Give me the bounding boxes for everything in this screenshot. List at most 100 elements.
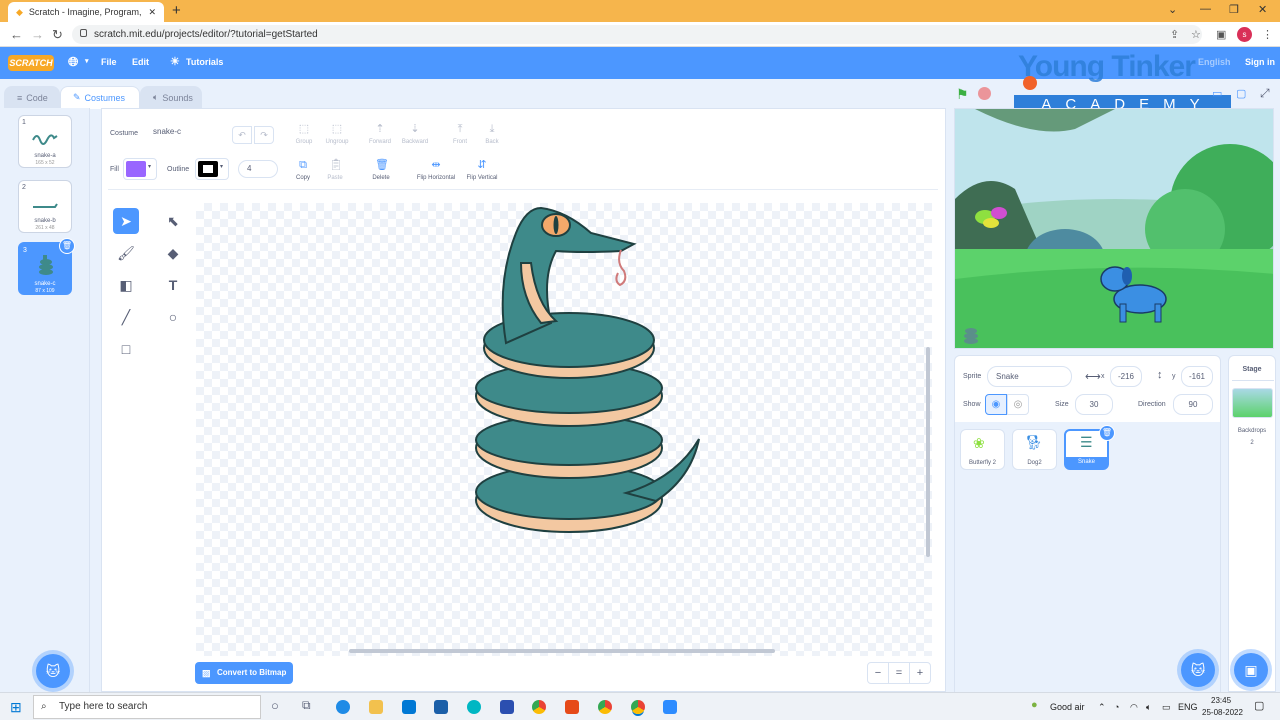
bookmark-star-icon[interactable]: ☆ (1191, 28, 1201, 41)
menu-edit[interactable]: Edit (132, 57, 149, 67)
select-tool-icon[interactable]: ➤ (113, 208, 139, 234)
back-button[interactable]: ⤓ Back (474, 123, 510, 145)
browser-tab[interactable]: ◆ Scratch - Imagine, Program, Sha ✕ (8, 2, 164, 22)
text-tool-icon[interactable]: T (160, 272, 186, 298)
costume-item-1[interactable]: 1 snake-a 165 x 52 (18, 115, 72, 168)
edge-icon[interactable] (336, 700, 350, 714)
green-flag-icon[interactable]: ⚑ (956, 86, 969, 103)
outline-width-input[interactable]: 4 (238, 160, 278, 178)
back-icon[interactable]: ← (10, 27, 23, 42)
scratch-logo[interactable]: SCRATCH (8, 55, 54, 71)
chrome-profile-icon[interactable] (598, 700, 612, 714)
zoom-reset-button[interactable]: = (888, 662, 910, 684)
tray-chevron-icon[interactable]: ⌃ (1098, 702, 1106, 713)
app-a-icon[interactable] (500, 700, 514, 714)
line-tool-icon[interactable]: ╱ (113, 304, 139, 330)
chrome-icon[interactable] (532, 700, 546, 714)
show-visible-icon[interactable]: ◉ (985, 394, 1007, 415)
flip-vertical-button[interactable]: ⇵ Flip Vertical (460, 159, 504, 181)
undo-icon[interactable]: ↶ (232, 126, 252, 144)
fill-tool-icon[interactable]: ◧ (113, 272, 139, 298)
maximize-button[interactable]: ❐ (1229, 3, 1239, 16)
delete-costume-icon[interactable]: 🗑︎ (59, 238, 75, 254)
reshape-tool-icon[interactable]: ⬉ (160, 208, 186, 234)
paste-button[interactable]: 📋︎ Paste (317, 159, 353, 181)
close-window-button[interactable]: ✕ (1258, 3, 1267, 16)
minimize-button[interactable]: — (1200, 3, 1211, 15)
close-tab-icon[interactable]: ✕ (148, 7, 156, 18)
backward-button[interactable]: ⇣ Backward (397, 123, 433, 145)
fill-color-picker[interactable]: ▾ (123, 158, 157, 180)
task-view-icon[interactable]: ⧉ (302, 698, 311, 713)
sprite-tile-butterfly[interactable]: ❀ Butterfly 2 (960, 429, 1005, 470)
menu-sign-in[interactable]: Sign in (1245, 57, 1275, 67)
mail-icon[interactable] (402, 700, 416, 714)
circle-tool-icon[interactable]: ○ (160, 304, 186, 330)
add-sprite-button[interactable]: 🐱︎ (1181, 653, 1215, 687)
snake-sprite[interactable] (964, 328, 978, 344)
backdrop-thumbnail[interactable] (1232, 388, 1273, 418)
zoom-app-icon[interactable] (663, 700, 677, 714)
lock-icon[interactable] (80, 29, 87, 37)
share-icon[interactable]: ⇪ (1170, 28, 1179, 41)
profile-avatar[interactable]: s (1237, 27, 1252, 42)
menu-english-hint[interactable]: English (1198, 57, 1231, 67)
stage-selector[interactable]: Stage Backdrops 2 (1228, 355, 1276, 692)
delete-sprite-icon[interactable]: 🗑︎ (1099, 425, 1115, 441)
show-hidden-icon[interactable]: ◎ (1007, 394, 1029, 415)
office-icon[interactable] (565, 700, 579, 714)
drawing-canvas[interactable] (196, 203, 932, 656)
taskbar-search[interactable]: ⌕ Type here to search (33, 695, 261, 719)
x-input[interactable]: -216 (1110, 366, 1142, 387)
large-stage-icon[interactable]: ▢ (1236, 87, 1246, 100)
zoom-in-button[interactable]: + (909, 662, 931, 684)
vertical-scrollbar[interactable] (926, 347, 930, 557)
battery-icon[interactable]: ▭ (1162, 702, 1171, 713)
chrome-active-icon[interactable] (631, 700, 645, 714)
volume-icon[interactable]: 🔈︎ (1146, 702, 1151, 713)
clock-date[interactable]: 25-08-2022 (1202, 708, 1243, 717)
group-button[interactable]: ⬚ Group (286, 123, 322, 145)
forward-icon[interactable]: → (31, 27, 44, 42)
store-icon[interactable] (434, 700, 448, 714)
cortana-icon[interactable]: ○ (271, 698, 279, 713)
horizontal-scrollbar[interactable] (349, 649, 775, 653)
ungroup-button[interactable]: ⬚ Ungroup (319, 123, 355, 145)
flip-horizontal-button[interactable]: ⇹ Flip Horizontal (410, 159, 462, 181)
fullscreen-icon[interactable]: ⤢ (1260, 86, 1270, 101)
stop-icon[interactable] (978, 87, 991, 100)
tab-sounds[interactable]: 🔈︎ Sounds (140, 86, 202, 109)
wifi-icon[interactable]: ◠ (1130, 702, 1138, 713)
more-menu-icon[interactable]: ⋮ (1262, 28, 1273, 41)
reload-icon[interactable]: ↻ (52, 27, 63, 43)
windows-start-icon[interactable]: ⊞ (10, 699, 22, 716)
brush-tool-icon[interactable]: 🖌︎ (113, 240, 139, 266)
globe-icon[interactable]: 🌐︎ (68, 54, 78, 70)
sprite-tile-dog[interactable]: 🐕︎ Dog2 (1012, 429, 1057, 470)
add-costume-button[interactable]: 🐱︎ (36, 654, 70, 688)
url-field[interactable]: scratch.mit.edu/projects/editor/?tutoria… (72, 25, 1202, 44)
rectangle-tool-icon[interactable]: □ (113, 336, 139, 362)
small-stage-icon[interactable]: ▭ (1212, 87, 1222, 100)
tab-costumes[interactable]: ✎ Costumes (60, 86, 140, 109)
weather-icon[interactable]: ● (1031, 699, 1038, 711)
file-explorer-icon[interactable] (369, 700, 383, 714)
notification-icon[interactable]: ▢ (1254, 699, 1264, 712)
outline-color-picker[interactable]: ▾ (195, 158, 229, 180)
menu-tutorials[interactable]: Tutorials (186, 57, 223, 67)
lightbulb-icon[interactable]: ☀ (170, 55, 180, 68)
weather-text[interactable]: Good air (1050, 702, 1085, 712)
zoom-out-button[interactable]: − (867, 662, 889, 684)
costume-name-input[interactable]: snake-c (145, 124, 225, 142)
y-input[interactable]: -161 (1181, 366, 1213, 387)
redo-icon[interactable]: ↷ (254, 126, 274, 144)
direction-input[interactable]: 90 (1173, 394, 1213, 415)
tab-code[interactable]: ≡ Code (4, 86, 60, 109)
sprite-name-input[interactable]: Snake (987, 366, 1072, 387)
convert-to-bitmap-button[interactable]: ▨ Convert to Bitmap (195, 662, 293, 684)
copy-button[interactable]: ⧉ Copy (285, 159, 321, 181)
tab-search-icon[interactable]: ⌄ (1168, 3, 1177, 16)
language-indicator[interactable]: ENG (1178, 702, 1198, 712)
front-button[interactable]: ⤒ Front (442, 123, 478, 145)
network-icon[interactable]: ◔ (1114, 702, 1119, 712)
